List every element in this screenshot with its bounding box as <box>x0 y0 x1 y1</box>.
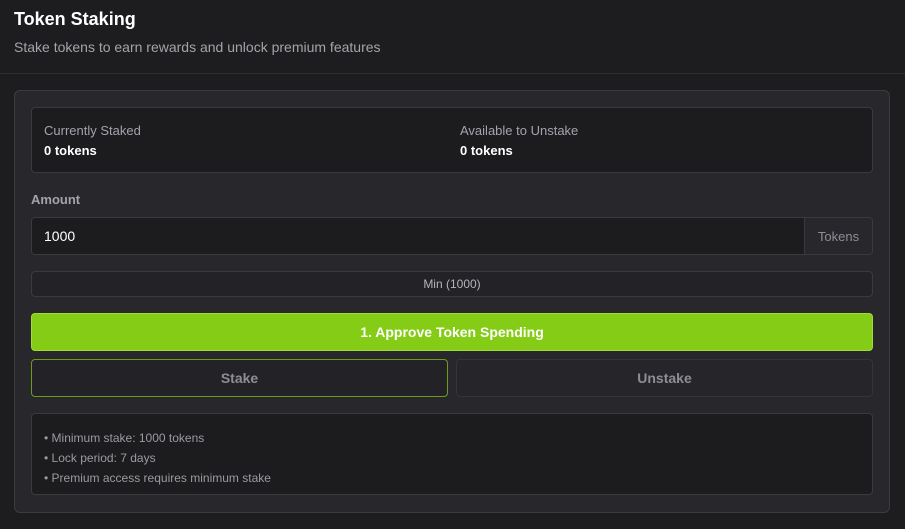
page-header: Token Staking Stake tokens to earn rewar… <box>0 0 905 74</box>
stats-panel: Currently Staked 0 tokens Available to U… <box>31 107 873 173</box>
staking-info-panel: • Minimum stake: 1000 tokens • Lock peri… <box>31 413 873 495</box>
currently-staked-label: Currently Staked <box>44 123 141 138</box>
amount-label: Amount <box>31 192 81 207</box>
currently-staked-stat: Currently Staked 0 tokens <box>44 123 141 158</box>
available-to-unstake-stat: Available to Unstake 0 tokens <box>460 123 578 158</box>
unstake-button[interactable]: Unstake <box>456 359 873 397</box>
info-lock-period: • Lock period: 7 days <box>44 451 156 465</box>
page-title: Token Staking <box>14 9 136 29</box>
min-amount-button[interactable]: Min (1000) <box>31 271 873 297</box>
amount-unit-label: Tokens <box>804 218 872 254</box>
amount-input[interactable] <box>32 218 804 254</box>
available-to-unstake-label: Available to Unstake <box>460 123 579 138</box>
currently-staked-value: 0 tokens <box>44 143 97 158</box>
page-subtitle: Stake tokens to earn rewards and unlock … <box>14 39 381 55</box>
approve-token-spending-button[interactable]: 1. Approve Token Spending <box>31 313 873 351</box>
staking-card: Currently Staked 0 tokens Available to U… <box>14 90 890 513</box>
info-minimum-stake: • Minimum stake: 1000 tokens <box>44 431 205 445</box>
stake-button[interactable]: Stake <box>31 359 448 397</box>
info-premium-access: • Premium access requires minimum stake <box>44 471 271 485</box>
available-to-unstake-value: 0 tokens <box>460 143 513 158</box>
amount-input-group: Tokens <box>31 217 873 255</box>
